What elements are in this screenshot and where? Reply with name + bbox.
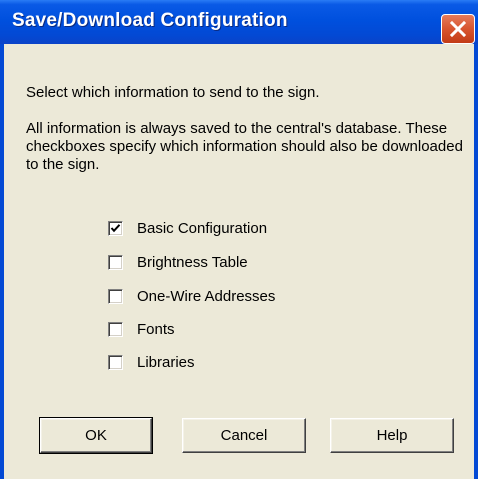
checkbox-label: Fonts	[137, 320, 175, 338]
checkbox-box[interactable]	[108, 220, 123, 236]
checkbox-label: One-Wire Addresses	[137, 287, 276, 305]
checkbox-box[interactable]	[108, 254, 123, 270]
checkbox-basic-configuration[interactable]: Basic Configuration	[108, 218, 267, 238]
checkmark-icon	[110, 223, 121, 232]
checkbox-brightness-table[interactable]: Brightness Table	[108, 252, 248, 272]
dialog-window: Save/Download Configuration Select which…	[0, 0, 478, 479]
close-button[interactable]	[441, 14, 475, 44]
checkbox-label: Brightness Table	[137, 253, 248, 271]
window-border-right	[474, 44, 478, 479]
window-border-left	[0, 44, 4, 479]
checkbox-box[interactable]	[108, 354, 123, 370]
ok-button[interactable]: OK	[39, 417, 153, 454]
instruction-text: Select which information to send to the …	[26, 84, 320, 101]
checkbox-fonts[interactable]: Fonts	[108, 319, 175, 339]
title-bar[interactable]: Save/Download Configuration	[0, 0, 478, 44]
dialog-title: Save/Download Configuration	[12, 10, 288, 31]
checkbox-label: Libraries	[137, 353, 195, 371]
checkbox-box[interactable]	[108, 288, 123, 304]
close-x-icon	[450, 21, 466, 37]
checkbox-one-wire-addresses[interactable]: One-Wire Addresses	[108, 286, 275, 306]
checkbox-libraries[interactable]: Libraries	[108, 352, 195, 372]
description-text: All information is always saved to the c…	[26, 120, 463, 173]
checkbox-box[interactable]	[108, 321, 123, 337]
help-button[interactable]: Help	[330, 418, 454, 453]
checkbox-label: Basic Configuration	[137, 219, 268, 237]
cancel-button[interactable]: Cancel	[182, 418, 306, 453]
